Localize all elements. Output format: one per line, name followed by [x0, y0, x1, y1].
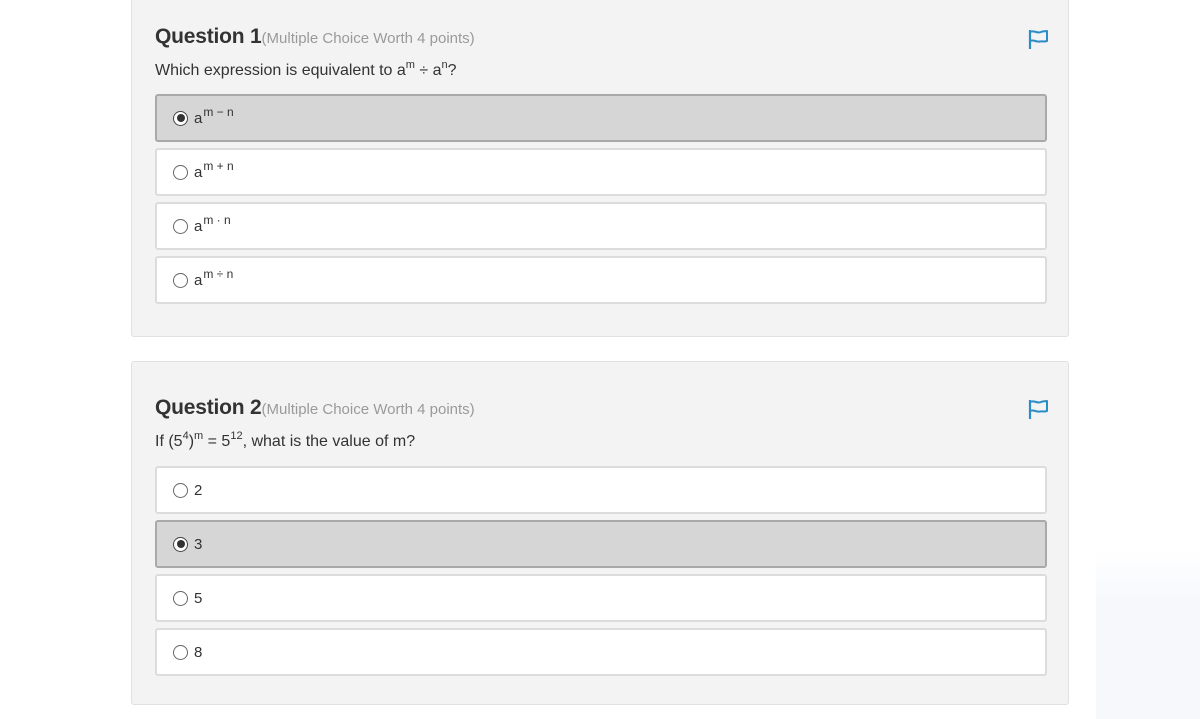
question-header: Question 1 (Multiple Choice Worth 4 poin… — [155, 25, 1048, 49]
option-exponent: m · n — [203, 212, 231, 227]
answer-option-4[interactable]: 8 — [155, 628, 1047, 676]
prompt-exponent: 12 — [230, 429, 243, 442]
option-base: a — [194, 217, 203, 235]
option-label: 8 — [194, 643, 203, 661]
answer-option-1[interactable]: 2 — [155, 466, 1047, 514]
option-exponent: m + n — [203, 158, 234, 173]
answer-option-2[interactable]: am + n — [155, 148, 1047, 196]
option-exponent: m − n — [203, 104, 234, 119]
background-fade — [1096, 550, 1200, 719]
question-title: Question 1 — [155, 25, 262, 48]
answer-option-3[interactable]: 5 — [155, 574, 1047, 622]
option-label: 3 — [194, 535, 203, 553]
prompt-text: If (5 — [155, 433, 183, 450]
quiz-page: Question 1 (Multiple Choice Worth 4 poin… — [0, 0, 1200, 719]
question-prompt: Which expression is equivalent to am ÷ a… — [155, 58, 457, 80]
option-label: am + n — [194, 160, 234, 181]
option-label: 5 — [194, 589, 203, 607]
question-card-2: Question 2 (Multiple Choice Worth 4 poin… — [131, 361, 1069, 705]
radio-button[interactable] — [173, 218, 188, 234]
prompt-text: ÷ a — [414, 62, 442, 79]
option-exponent: m ÷ n — [203, 266, 234, 281]
radio-button[interactable] — [173, 110, 188, 126]
question-meta: (Multiple Choice Worth 4 points) — [261, 30, 475, 47]
prompt-exponent: 4 — [182, 429, 189, 442]
question-prompt: If (54)m = 512, what is the value of m? — [155, 429, 416, 451]
radio-button[interactable] — [173, 164, 188, 180]
option-base: a — [194, 163, 203, 181]
radio-button[interactable] — [173, 482, 188, 498]
option-label: am ÷ n — [194, 268, 233, 289]
answer-option-4[interactable]: am ÷ n — [155, 256, 1047, 304]
option-label: am − n — [194, 106, 234, 127]
prompt-text: Which expression is equivalent to a — [155, 62, 406, 79]
flag-icon[interactable] — [1027, 398, 1049, 420]
answer-option-1[interactable]: am − n — [155, 94, 1047, 142]
option-label: 2 — [194, 481, 203, 499]
answer-option-2[interactable]: 3 — [155, 520, 1047, 568]
question-header: Question 2 (Multiple Choice Worth 4 poin… — [155, 396, 1048, 420]
radio-button[interactable] — [173, 272, 188, 288]
radio-button[interactable] — [173, 590, 188, 606]
radio-button[interactable] — [173, 644, 188, 660]
option-base: a — [194, 109, 203, 127]
option-base: a — [194, 271, 203, 289]
prompt-exponent: m — [405, 58, 415, 71]
prompt-exponent: n — [441, 58, 448, 71]
answer-options: am − n am + n am · n am ÷ n — [155, 94, 1047, 310]
question-card-1: Question 1 (Multiple Choice Worth 4 poin… — [131, 0, 1069, 337]
flag-icon[interactable] — [1027, 28, 1049, 50]
prompt-text: ? — [447, 62, 457, 79]
option-label: am · n — [194, 214, 231, 235]
question-title: Question 2 — [155, 396, 262, 419]
prompt-text: , what is the value of m? — [242, 433, 416, 450]
answer-options: 2 3 5 8 — [155, 466, 1047, 682]
prompt-exponent: m — [194, 429, 204, 442]
prompt-text: = 5 — [203, 433, 231, 450]
radio-button[interactable] — [173, 536, 188, 552]
answer-option-3[interactable]: am · n — [155, 202, 1047, 250]
question-meta: (Multiple Choice Worth 4 points) — [261, 401, 475, 418]
